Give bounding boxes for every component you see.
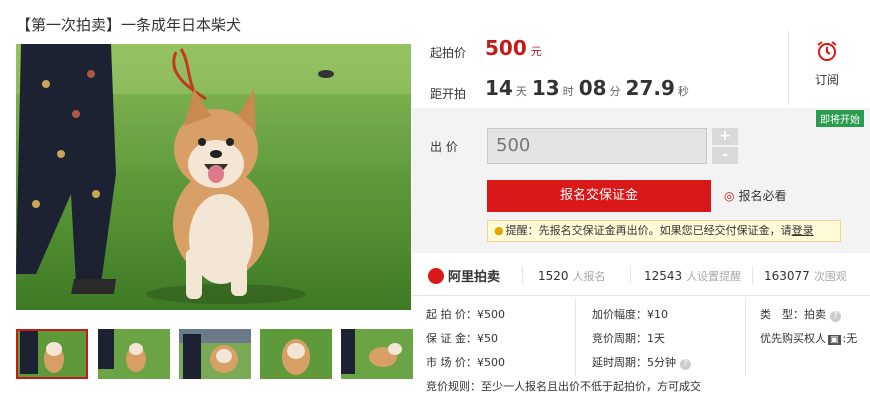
countdown-hours: 13 — [531, 76, 560, 100]
countdown-days-unit: 天 — [515, 85, 527, 98]
thumbnail-5[interactable] — [341, 329, 413, 379]
help-icon[interactable]: ? — [830, 311, 841, 322]
stats-bar: 阿里拍卖 1520 人报名 12543 人设置提醒 163077 次围观 — [412, 254, 870, 296]
increase-bid-button[interactable]: + — [712, 128, 738, 145]
brand: 阿里拍卖 — [428, 266, 500, 285]
start-price-label: 起拍价 — [430, 46, 467, 60]
reminder-tip: ● 提醒：先报名交保证金再出价。如果您已经交付保证金，请登录 — [487, 220, 841, 242]
help-icon[interactable]: ? — [680, 359, 691, 370]
ali-auction-logo-icon — [428, 268, 444, 284]
shiba-photo — [16, 44, 411, 310]
main-photo[interactable] — [16, 44, 411, 310]
status-badge: 即将开始 — [816, 110, 864, 127]
countdown-minutes-unit: 分 — [609, 85, 621, 98]
divider — [745, 298, 746, 376]
start-price-value: 500 — [485, 36, 527, 60]
tip-prefix: 提醒： — [505, 224, 539, 237]
countdown-minutes: 08 — [578, 76, 607, 100]
bid-label: 出 价 — [430, 140, 458, 154]
detail-priority: 优先购买权人 ▣:无 — [760, 332, 858, 345]
thumbnail-1[interactable] — [16, 329, 88, 379]
must-read-link[interactable]: ◎ 报名必看 — [724, 187, 787, 204]
divider — [752, 266, 753, 284]
views-label: 次围观 — [813, 270, 847, 283]
alarm-clock-icon — [817, 41, 837, 61]
divider — [788, 30, 789, 105]
countdown-hours-unit: 时 — [562, 85, 574, 98]
auction-details: 起 拍 价：¥500 保 证 金：¥50 市 场 价：¥500 加价幅度：¥10… — [412, 298, 870, 409]
detail-bidding-rule: 竞价规则：至少一人报名且出价不低于起拍价，方可成交 — [426, 380, 701, 393]
detail-cycle: 竞价周期：1天 — [592, 332, 665, 345]
decrease-bid-button[interactable]: - — [712, 147, 738, 164]
page-title: 【第一次拍卖】一条成年日本柴犬 — [16, 16, 242, 34]
detail-type-value: 拍卖 — [804, 308, 826, 321]
thumbnail-4[interactable] — [260, 329, 332, 379]
start-price-unit: 元 — [530, 45, 542, 58]
countdown-seconds-unit: 秒 — [677, 85, 689, 98]
countdown-days: 14 — [485, 76, 513, 100]
reminders-label: 人设置提醒 — [686, 270, 742, 283]
detail-increment: 加价幅度：¥10 — [592, 308, 668, 321]
detail-market-price: 市 场 价：¥500 — [426, 356, 505, 369]
divider — [630, 266, 631, 284]
detail-priority-label: 优先购买权人 — [760, 332, 826, 345]
thumbnail-2[interactable] — [98, 329, 170, 379]
thumbnail-3[interactable] — [179, 329, 251, 379]
detail-type: 类 型：拍卖? — [760, 306, 841, 322]
countdown-timer: 14 天 13 时 08 分 27.9 秒 — [485, 76, 694, 100]
signups-count: 1520 — [538, 269, 569, 283]
brand-label: 阿里拍卖 — [448, 270, 501, 285]
login-link[interactable]: 登录 — [792, 224, 814, 237]
must-read-label: 报名必看 — [738, 189, 787, 203]
divider — [522, 266, 523, 284]
auction-info-panel: 起拍价 500 元 距开拍 14 天 13 时 08 分 27.9 秒 订阅 即将开始 出 价 … — [412, 30, 870, 409]
detail-type-label: 类 型： — [760, 308, 804, 321]
reminders-stat: 12543 人设置提醒 — [644, 268, 741, 284]
detail-delay-text: 延时周期：5分钟 — [592, 356, 676, 369]
subscribe-button[interactable]: 订阅 — [792, 40, 862, 100]
bid-amount-input[interactable]: 500 — [487, 128, 707, 164]
start-price: 500 元 — [485, 36, 542, 60]
coins-icon: ◎ — [724, 189, 735, 203]
reminders-count: 12543 — [644, 269, 683, 283]
detail-delay: 延时周期：5分钟? — [592, 354, 691, 370]
detail-deposit: 保 证 金：¥50 — [426, 332, 498, 345]
countdown-seconds: 27.9 — [625, 76, 675, 100]
info-flag-icon: ▣ — [828, 335, 841, 345]
signups-stat: 1520 人报名 — [538, 268, 606, 284]
thumbnail-strip — [16, 329, 416, 379]
views-stat: 163077 次围观 — [764, 268, 847, 284]
deposit-signup-button[interactable]: 报名交保证金 — [487, 180, 711, 212]
views-count: 163077 — [764, 269, 810, 283]
lightbulb-icon: ● — [494, 224, 504, 237]
subscribe-label: 订阅 — [814, 73, 839, 87]
detail-priority-value: 无 — [846, 332, 858, 345]
bid-panel: 即将开始 出 价 500 + - 报名交保证金 ◎ 报名必看 ● 提醒：先报名交保证… — [412, 108, 870, 253]
tip-text: 先报名交保证金再出价。如果您已经交付保证金，请 — [538, 224, 792, 237]
countdown-label: 距开拍 — [430, 87, 467, 101]
signups-label: 人报名 — [572, 270, 606, 283]
divider — [575, 298, 576, 376]
detail-start-price: 起 拍 价：¥500 — [426, 308, 505, 321]
